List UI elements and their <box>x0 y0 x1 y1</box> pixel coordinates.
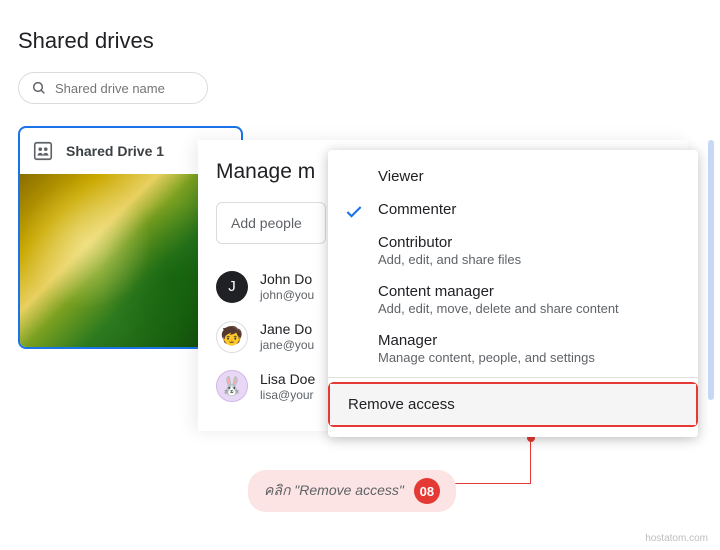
role-desc: Manage content, people, and settings <box>378 350 680 365</box>
role-desc: Add, edit, move, delete and share conten… <box>378 301 680 316</box>
role-title: Contributor <box>378 234 680 251</box>
search-input[interactable] <box>55 81 195 96</box>
instruction-callout: คลิก "Remove access" 08 <box>248 470 456 512</box>
drive-name: Shared Drive 1 <box>66 143 164 159</box>
step-number-badge: 08 <box>414 478 440 504</box>
avatar: 🐰 <box>216 370 248 402</box>
role-title: Commenter <box>378 201 680 218</box>
member-email: john@you <box>260 288 314 304</box>
member-name: Jane Do <box>260 320 314 338</box>
role-title: Manager <box>378 332 680 349</box>
check-icon <box>344 202 364 222</box>
member-name: John Do <box>260 270 314 288</box>
page-title: Shared drives <box>0 0 720 72</box>
role-title: Remove access <box>348 396 678 413</box>
role-title: Content manager <box>378 283 680 300</box>
role-option-content-manager[interactable]: Content manager Add, edit, move, delete … <box>328 275 698 324</box>
role-dropdown-menu: Viewer Commenter Contributor Add, edit, … <box>328 150 698 437</box>
role-option-contributor[interactable]: Contributor Add, edit, and share files <box>328 226 698 275</box>
member-email: jane@you <box>260 338 314 354</box>
callout-text: คลิก "Remove access" <box>264 480 404 502</box>
role-option-viewer[interactable]: Viewer <box>328 160 698 193</box>
search-input-container[interactable] <box>18 72 208 104</box>
watermark: hostatom.com <box>645 533 708 544</box>
scrollbar[interactable] <box>708 140 714 400</box>
role-desc: Add, edit, and share files <box>378 252 680 267</box>
role-option-commenter[interactable]: Commenter <box>328 193 698 226</box>
menu-divider <box>328 377 698 378</box>
shared-drive-icon <box>32 140 54 162</box>
remove-access-highlight: Remove access <box>328 382 698 427</box>
member-email: lisa@your <box>260 388 315 404</box>
remove-access-option[interactable]: Remove access <box>330 384 696 425</box>
search-icon <box>31 80 47 96</box>
add-people-input[interactable]: Add people <box>216 202 326 244</box>
annotation-line <box>530 438 531 484</box>
avatar: J <box>216 271 248 303</box>
member-name: Lisa Doe <box>260 370 315 388</box>
role-title: Viewer <box>378 168 680 185</box>
avatar: 🧒 <box>216 321 248 353</box>
role-option-manager[interactable]: Manager Manage content, people, and sett… <box>328 324 698 373</box>
